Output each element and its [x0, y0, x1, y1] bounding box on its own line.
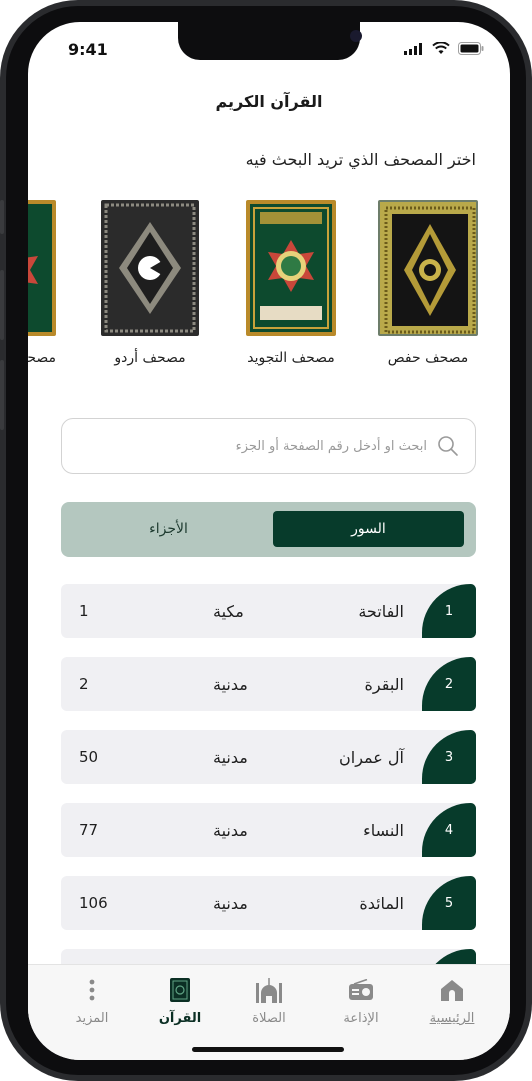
- mushaf-cover-partial: [28, 200, 56, 336]
- surah-page: 106: [79, 894, 108, 912]
- mushaf-label-partial: مصحف الإ...: [28, 350, 56, 366]
- surah-juz-segmented-control: السور الأجزاء: [61, 502, 476, 557]
- surah-type: مكية: [213, 601, 244, 621]
- mosque-icon: [256, 978, 282, 1003]
- tab-radio[interactable]: الإذاعة: [321, 977, 401, 1026]
- tab-more-label: المزيد: [75, 1011, 109, 1026]
- tab-juz[interactable]: الأجزاء: [73, 511, 264, 547]
- tab-surahs[interactable]: السور: [273, 511, 464, 547]
- surah-page: 1: [79, 602, 89, 620]
- status-time: 9:41: [68, 40, 108, 59]
- mushaf-label-tajweed: مصحف التجويد: [247, 350, 335, 366]
- search-icon[interactable]: [437, 435, 459, 457]
- tab-quran[interactable]: القرآن: [140, 977, 220, 1026]
- tab-prayer-label: الصلاة: [252, 1011, 286, 1026]
- screen: 9:41 القرآن الكريم اختر المصحف الذي تريد…: [28, 22, 510, 1060]
- home-indicator: [192, 1047, 344, 1052]
- mushaf-card-hafs[interactable]: مصحف حفص: [378, 200, 478, 366]
- front-camera: [350, 30, 362, 42]
- surah-name: المائدة: [359, 893, 404, 913]
- tab-more[interactable]: المزيد: [52, 977, 132, 1026]
- notch: [178, 22, 362, 60]
- surah-number: 1: [422, 584, 476, 638]
- surah-type: مدنية: [213, 747, 248, 767]
- tab-radio-label: الإذاعة: [343, 1011, 379, 1026]
- cellular-signal-icon: [404, 42, 422, 55]
- volume-down-button: [0, 360, 4, 430]
- surah-page: 77: [79, 821, 99, 839]
- bottom-tab-bar: الرئيسية الإذاعة الصلاة القرآن المزيد: [28, 964, 510, 1060]
- mushaf-cover-hafs: [378, 200, 478, 336]
- surah-row[interactable]: 3 آل عمران مدنية 50: [61, 730, 476, 784]
- tab-quran-label: القرآن: [158, 1011, 202, 1026]
- surah-name: آل عمران: [339, 747, 404, 767]
- wifi-icon: [432, 42, 450, 54]
- search-input[interactable]: ابحث او أدخل رقم الصفحة أو الجزء: [78, 439, 427, 454]
- surah-name: النساء: [363, 820, 404, 840]
- mushaf-label-urdu: مصحف أردو: [114, 350, 186, 366]
- surah-list: 1 الفاتحة مكية 1 2 البقرة مدنية 2 3 آل ع…: [61, 584, 476, 1022]
- mushaf-card-partial[interactable]: مصحف الإ...: [28, 200, 56, 366]
- surah-name: البقرة: [364, 674, 404, 694]
- surah-row[interactable]: 1 الفاتحة مكية 1: [61, 584, 476, 638]
- surah-name: الفاتحة: [358, 601, 404, 621]
- page-title: القرآن الكريم: [215, 92, 323, 111]
- mushaf-card-urdu[interactable]: مصحف أردو: [100, 200, 200, 366]
- volume-up-button: [0, 270, 4, 340]
- radio-icon: [349, 979, 373, 1000]
- surah-number: 5: [422, 876, 476, 930]
- choose-mushaf-label: اختر المصحف الذي تريد البحث فيه: [245, 150, 476, 169]
- mushaf-cover-tajweed: [246, 200, 336, 336]
- tab-home[interactable]: الرئيسية: [412, 977, 492, 1026]
- search-field[interactable]: ابحث او أدخل رقم الصفحة أو الجزء: [61, 418, 476, 474]
- surah-number: 2: [422, 657, 476, 711]
- surah-type: مدنية: [213, 893, 248, 913]
- mushaf-carousel[interactable]: مصحف حفص مصحف التجويد مصحف أردو مصح: [28, 200, 510, 420]
- battery-icon: [458, 42, 484, 55]
- surah-page: 2: [79, 675, 89, 693]
- surah-number: 4: [422, 803, 476, 857]
- more-vertical-icon: [89, 979, 95, 1001]
- surah-number: 3: [422, 730, 476, 784]
- surah-type: مدنية: [213, 820, 248, 840]
- tab-home-label: الرئيسية: [429, 1011, 475, 1026]
- mute-switch: [0, 200, 4, 234]
- mushaf-label-hafs: مصحف حفص: [387, 350, 469, 366]
- surah-row[interactable]: 2 البقرة مدنية 2: [61, 657, 476, 711]
- tab-prayer[interactable]: الصلاة: [229, 977, 309, 1026]
- home-icon: [441, 980, 463, 1001]
- mushaf-cover-urdu: [101, 200, 199, 336]
- mushaf-card-tajweed[interactable]: مصحف التجويد: [241, 200, 341, 366]
- quran-book-icon: [170, 978, 190, 1002]
- surah-row[interactable]: 4 النساء مدنية 77: [61, 803, 476, 857]
- status-icons: [404, 42, 484, 55]
- surah-page: 50: [79, 748, 99, 766]
- surah-type: مدنية: [213, 674, 248, 694]
- surah-row[interactable]: 5 المائدة مدنية 106: [61, 876, 476, 930]
